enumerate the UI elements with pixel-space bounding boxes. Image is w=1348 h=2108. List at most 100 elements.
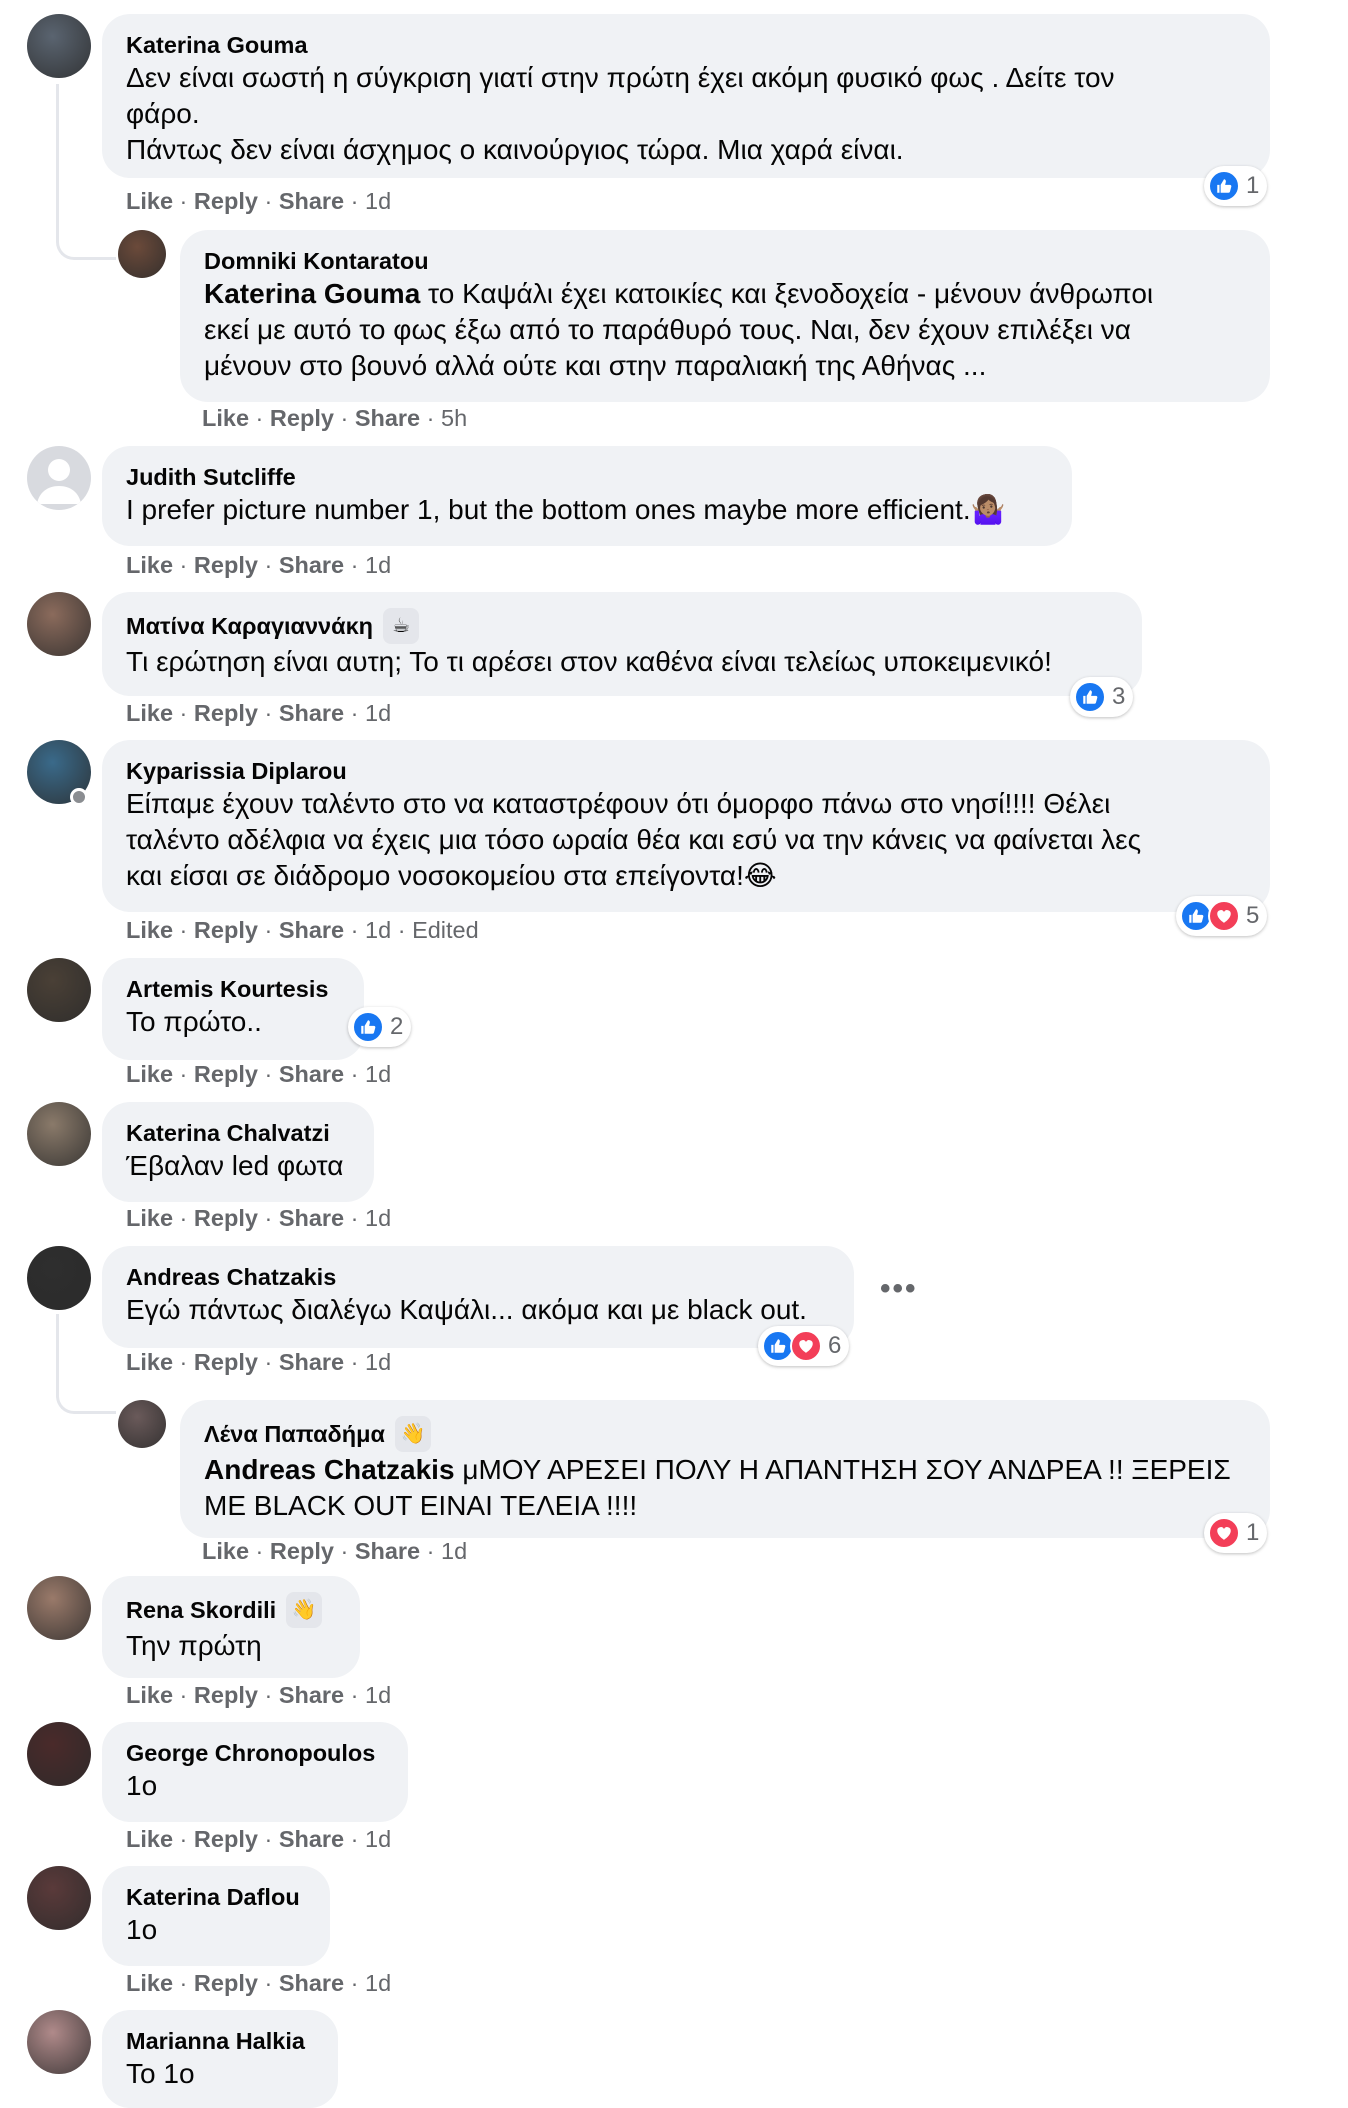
like-button[interactable]: Like: [126, 552, 173, 578]
timestamp[interactable]: 5h: [441, 405, 467, 431]
share-button[interactable]: Share: [279, 917, 344, 943]
reactions-count[interactable]: 2: [348, 1007, 412, 1047]
author-name[interactable]: Katerina Gouma: [126, 30, 308, 60]
share-button[interactable]: Share: [279, 1682, 344, 1708]
timestamp[interactable]: 1d: [441, 1538, 467, 1564]
comment-author[interactable]: Katerina Chalvatzi: [126, 1118, 350, 1148]
comment-author[interactable]: Domniki Kontaratou: [204, 246, 1246, 276]
reactions-count[interactable]: 6: [758, 1326, 850, 1366]
timestamp[interactable]: 1d: [365, 552, 391, 578]
share-button[interactable]: Share: [355, 1538, 420, 1564]
comment-author[interactable]: George Chronopoulos: [126, 1738, 384, 1768]
reply-button[interactable]: Reply: [194, 1205, 258, 1231]
comment-author[interactable]: Judith Sutcliffe: [126, 462, 1048, 492]
mention-link[interactable]: Andreas Chatzakis: [204, 1454, 455, 1485]
avatar[interactable]: [118, 230, 166, 278]
reply-button[interactable]: Reply: [194, 1349, 258, 1375]
comment-author[interactable]: Λένα Παπαδήμα 👋: [204, 1416, 1246, 1452]
author-name[interactable]: Judith Sutcliffe: [126, 462, 296, 492]
author-name[interactable]: Ματίνα Καραγιαννάκη: [126, 611, 373, 641]
timestamp[interactable]: 1d: [365, 700, 391, 726]
timestamp[interactable]: 1d: [365, 1061, 391, 1087]
author-name[interactable]: Λένα Παπαδήμα: [204, 1419, 385, 1449]
comment-author[interactable]: Marianna Halkia: [126, 2026, 314, 2056]
reply-button[interactable]: Reply: [194, 552, 258, 578]
like-button[interactable]: Like: [126, 188, 173, 214]
comment-author[interactable]: Ματίνα Καραγιαννάκη ☕: [126, 608, 1118, 644]
avatar[interactable]: [27, 1102, 91, 1166]
comment-author[interactable]: Kyparissia Diplarou: [126, 756, 1246, 786]
author-name[interactable]: Katerina Chalvatzi: [126, 1118, 330, 1148]
separator: ·: [173, 1205, 194, 1231]
timestamp[interactable]: 1d: [365, 1826, 391, 1852]
timestamp[interactable]: 1d: [365, 1970, 391, 1996]
avatar[interactable]: [27, 2010, 91, 2074]
avatar[interactable]: [27, 1576, 91, 1640]
thread-connector: [56, 1314, 116, 1414]
author-name[interactable]: Rena Skordili: [126, 1595, 276, 1625]
author-name[interactable]: Marianna Halkia: [126, 2026, 305, 2056]
author-name[interactable]: Andreas Chatzakis: [126, 1262, 336, 1292]
like-button[interactable]: Like: [126, 1970, 173, 1996]
share-button[interactable]: Share: [355, 405, 420, 431]
reply-button[interactable]: Reply: [194, 188, 258, 214]
author-name[interactable]: George Chronopoulos: [126, 1738, 375, 1768]
more-options-icon[interactable]: •••: [880, 1272, 918, 1306]
like-button[interactable]: Like: [202, 405, 249, 431]
reply-button[interactable]: Reply: [270, 1538, 334, 1564]
reply-button[interactable]: Reply: [270, 405, 334, 431]
reactions-count[interactable]: 1: [1204, 1513, 1268, 1553]
reply-button[interactable]: Reply: [194, 700, 258, 726]
author-name[interactable]: Domniki Kontaratou: [204, 246, 429, 276]
separator: ·: [173, 1682, 194, 1708]
like-button[interactable]: Like: [126, 917, 173, 943]
author-name[interactable]: Kyparissia Diplarou: [126, 756, 347, 786]
avatar[interactable]: [27, 1246, 91, 1310]
author-name[interactable]: Artemis Kourtesis: [126, 974, 328, 1004]
comment-author[interactable]: Katerina Gouma: [126, 30, 1246, 60]
share-button[interactable]: Share: [279, 700, 344, 726]
avatar[interactable]: [27, 14, 91, 78]
comment-author[interactable]: Andreas Chatzakis: [126, 1262, 830, 1292]
reply-button[interactable]: Reply: [194, 1826, 258, 1852]
author-name[interactable]: Katerina Daflou: [126, 1882, 300, 1912]
timestamp[interactable]: 1d: [365, 1205, 391, 1231]
reactions-count[interactable]: 1: [1204, 166, 1268, 206]
timestamp[interactable]: 1d: [365, 917, 391, 943]
like-button[interactable]: Like: [126, 1349, 173, 1375]
comment-text: Το πρώτο..: [126, 1006, 262, 1037]
timestamp[interactable]: 1d: [365, 1682, 391, 1708]
avatar[interactable]: [27, 958, 91, 1022]
timestamp[interactable]: 1d: [365, 1349, 391, 1375]
share-button[interactable]: Share: [279, 1349, 344, 1375]
reply-button[interactable]: Reply: [194, 917, 258, 943]
avatar[interactable]: [27, 446, 91, 510]
comment-author[interactable]: Katerina Daflou: [126, 1882, 306, 1912]
like-button[interactable]: Like: [202, 1538, 249, 1564]
avatar[interactable]: [118, 1400, 166, 1448]
like-button[interactable]: Like: [126, 1061, 173, 1087]
like-button[interactable]: Like: [126, 1682, 173, 1708]
reply-button[interactable]: Reply: [194, 1682, 258, 1708]
reply-button[interactable]: Reply: [194, 1970, 258, 1996]
avatar[interactable]: [27, 1722, 91, 1786]
share-button[interactable]: Share: [279, 1061, 344, 1087]
avatar[interactable]: [27, 592, 91, 656]
reply-button[interactable]: Reply: [194, 1061, 258, 1087]
comment-author[interactable]: Artemis Kourtesis: [126, 974, 340, 1004]
separator: ·: [173, 552, 194, 578]
share-button[interactable]: Share: [279, 188, 344, 214]
reactions-count[interactable]: 3: [1070, 677, 1134, 717]
share-button[interactable]: Share: [279, 1970, 344, 1996]
mention-link[interactable]: Katerina Gouma: [204, 278, 420, 309]
share-button[interactable]: Share: [279, 1826, 344, 1852]
share-button[interactable]: Share: [279, 1205, 344, 1231]
timestamp[interactable]: 1d: [365, 188, 391, 214]
share-button[interactable]: Share: [279, 552, 344, 578]
comment-author[interactable]: Rena Skordili 👋: [126, 1592, 336, 1628]
like-button[interactable]: Like: [126, 1205, 173, 1231]
avatar[interactable]: [27, 1866, 91, 1930]
like-button[interactable]: Like: [126, 1826, 173, 1852]
reactions-count[interactable]: 5: [1176, 896, 1268, 936]
like-button[interactable]: Like: [126, 700, 173, 726]
